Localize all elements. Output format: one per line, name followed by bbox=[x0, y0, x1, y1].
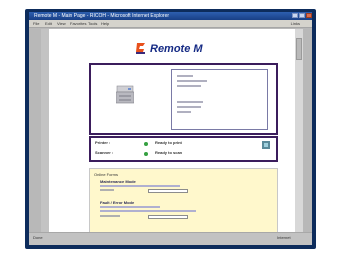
menu-file[interactable]: File bbox=[33, 20, 39, 28]
info-line bbox=[177, 80, 207, 82]
scanner-ok-icon bbox=[144, 152, 148, 156]
browser-window: Remote M - Main Page - RICOH - Microsoft… bbox=[29, 12, 312, 245]
form-description bbox=[100, 206, 160, 208]
field-label bbox=[100, 215, 120, 217]
forms-heading: Online Forms bbox=[94, 172, 119, 177]
scanner-status-value: Ready to scan bbox=[155, 150, 183, 155]
title-bar: Remote M - Main Page - RICOH - Microsoft… bbox=[29, 12, 312, 20]
info-line bbox=[177, 85, 201, 87]
device-info-box bbox=[171, 69, 268, 130]
maximize-button[interactable] bbox=[299, 13, 305, 18]
scanner-status-label: Scanner : bbox=[95, 150, 114, 155]
field-label bbox=[100, 189, 114, 191]
online-forms-panel: Online Forms Maintenance Mode Fault / Er… bbox=[89, 168, 278, 232]
fault-input[interactable] bbox=[148, 215, 188, 219]
info-line bbox=[177, 111, 191, 113]
status-bar-zone: Internet bbox=[277, 235, 291, 240]
menu-favorites[interactable]: Favorites bbox=[70, 20, 86, 28]
printer-ok-icon bbox=[144, 142, 148, 146]
scroll-thumb[interactable] bbox=[296, 38, 302, 60]
fault-form-title[interactable]: Fault / Error Mode bbox=[100, 200, 134, 205]
web-page: Remote M Printer: Ready to print Scanne… bbox=[49, 29, 295, 232]
form-description bbox=[100, 185, 180, 187]
links-button[interactable]: Links bbox=[291, 20, 300, 28]
brand-logo-icon bbox=[136, 43, 145, 54]
status-panel: Printer : Ready to print Scanner : Ready… bbox=[89, 136, 278, 162]
monitor-bezel: Remote M - Main Page - RICOH - Microsoft… bbox=[25, 9, 316, 249]
device-panel bbox=[89, 63, 278, 135]
printer-status-value: Ready to print bbox=[155, 140, 182, 145]
menu-bar: File Edit View Favorites Tools Help Link… bbox=[29, 20, 312, 28]
logo-text: Remote M bbox=[150, 43, 203, 55]
minimize-button[interactable] bbox=[292, 13, 298, 18]
menu-edit[interactable]: Edit bbox=[45, 20, 52, 28]
printer-icon bbox=[116, 85, 134, 104]
photo-frame: Remote M - Main Page - RICOH - Microsoft… bbox=[0, 0, 341, 258]
info-line bbox=[177, 106, 201, 108]
printer-status-label: Printer : bbox=[95, 140, 111, 145]
window-title: Remote M - Main Page - RICOH - Microsoft… bbox=[34, 13, 170, 19]
maintenance-input[interactable] bbox=[148, 189, 188, 193]
status-bar-text: Done bbox=[33, 235, 43, 240]
menu-help[interactable]: Help bbox=[101, 20, 109, 28]
refresh-icon[interactable] bbox=[262, 141, 270, 149]
brand-logo: Remote M bbox=[135, 42, 230, 56]
info-line bbox=[177, 101, 203, 103]
status-bar: Done Internet bbox=[29, 232, 312, 245]
maintenance-form-title[interactable]: Maintenance Mode bbox=[100, 179, 136, 184]
content-area: Remote M Printer: Ready to print Scanne… bbox=[41, 29, 303, 232]
vertical-scrollbar[interactable] bbox=[295, 29, 303, 232]
menu-tools[interactable]: Tools bbox=[88, 20, 97, 28]
form-description bbox=[100, 210, 196, 212]
info-line bbox=[177, 75, 193, 77]
close-button[interactable] bbox=[306, 13, 312, 18]
menu-view[interactable]: View bbox=[57, 20, 66, 28]
